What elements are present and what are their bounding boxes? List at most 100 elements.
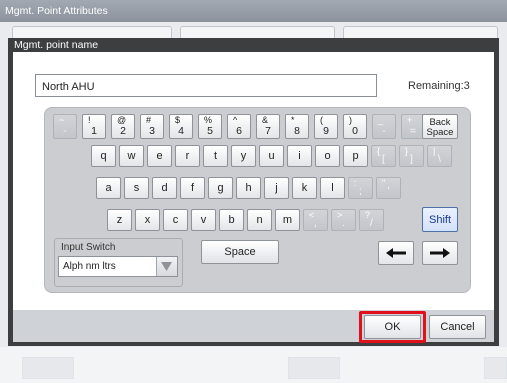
- key-row3-4[interactable]: g: [208, 177, 233, 199]
- key-char: f: [190, 182, 195, 194]
- key-char: 5: [207, 125, 213, 137]
- key-row3-3[interactable]: f: [180, 177, 205, 199]
- key-row3-6[interactable]: j: [264, 177, 289, 199]
- key-char: g: [217, 182, 224, 194]
- key-char: ': [387, 185, 390, 197]
- key-char: w: [127, 150, 136, 162]
- key-row1-4[interactable]: $4: [169, 114, 193, 139]
- remaining-count: Remaining:3: [408, 80, 470, 92]
- cursor-right-key[interactable]: [422, 241, 458, 265]
- input-switch-group: Input Switch Alph nm ltrs: [54, 238, 183, 287]
- key-row2-5[interactable]: y: [231, 145, 256, 167]
- key-shift-char: ~: [59, 115, 65, 125]
- key-char: s: [133, 182, 140, 194]
- key-row1-3[interactable]: #3: [140, 114, 164, 139]
- key-char: 0: [352, 125, 358, 137]
- key-row1-0: ~ -: [53, 114, 77, 139]
- key-shift-char: !: [88, 115, 91, 125]
- key-shift-char: %: [204, 115, 213, 125]
- key-char: l: [331, 182, 334, 194]
- key-row1-9[interactable]: (9: [314, 114, 338, 139]
- arrow-left-icon: [386, 248, 406, 258]
- cursor-left-key[interactable]: [378, 241, 414, 265]
- shift-key[interactable]: Shift: [422, 207, 458, 232]
- key-row3-7[interactable]: k: [292, 177, 317, 199]
- key-row1-6[interactable]: ^ 6: [227, 114, 251, 139]
- key-row1-2[interactable]: @2: [111, 114, 135, 139]
- key-char: ,: [314, 217, 317, 229]
- key-row1-10[interactable]: ) 0: [343, 114, 367, 139]
- key-char: 9: [323, 125, 329, 137]
- key-row1-1[interactable]: ! 1: [82, 114, 106, 139]
- chevron-down-icon[interactable]: [156, 257, 177, 276]
- key-row4-8: >.: [331, 209, 356, 231]
- key-row4-1[interactable]: x: [135, 209, 160, 231]
- key-row2-2[interactable]: e: [147, 145, 172, 167]
- backspace-key[interactable]: Back Space: [422, 114, 458, 139]
- key-row1-5[interactable]: % 5: [198, 114, 222, 139]
- key-row1-11: _ -: [372, 114, 396, 139]
- key-char: 4: [178, 125, 184, 137]
- input-switch-value: Alph nm ltrs: [63, 261, 116, 272]
- background-button: [484, 357, 507, 379]
- key-char: n: [256, 214, 263, 226]
- key-char: v: [200, 214, 207, 226]
- key-char: y: [240, 150, 247, 162]
- key-row3-10: " ': [376, 177, 401, 199]
- key-row2-9[interactable]: p: [343, 145, 368, 167]
- key-char: q: [100, 150, 107, 162]
- key-char: 8: [294, 125, 300, 137]
- key-row3-5[interactable]: h: [236, 177, 261, 199]
- key-char: e: [156, 150, 163, 162]
- key-char: -: [63, 125, 67, 137]
- key-char: c: [172, 214, 179, 226]
- key-char: i: [298, 150, 301, 162]
- key-row2-1[interactable]: w: [119, 145, 144, 167]
- key-char: k: [301, 182, 308, 194]
- key-shift-char: $: [175, 115, 181, 125]
- key-row4-6[interactable]: m: [275, 209, 300, 231]
- name-input[interactable]: [35, 74, 377, 97]
- window-title: Mgmt. Point Attributes: [0, 0, 507, 22]
- ok-button[interactable]: OK: [364, 315, 421, 339]
- key-char: u: [268, 150, 275, 162]
- key-row4-4[interactable]: b: [219, 209, 244, 231]
- key-row2-3[interactable]: r: [175, 145, 200, 167]
- key-row2-7[interactable]: i: [287, 145, 312, 167]
- key-char: 1: [91, 125, 97, 137]
- key-row3-1[interactable]: s: [124, 177, 149, 199]
- key-row1-7[interactable]: & 7: [256, 114, 280, 139]
- cancel-button[interactable]: Cancel: [429, 315, 486, 339]
- key-row3-8[interactable]: l: [320, 177, 345, 199]
- arrow-right-icon: [430, 248, 450, 258]
- key-char: =: [409, 125, 417, 137]
- key-char: 6: [236, 125, 242, 137]
- key-char: a: [105, 182, 112, 194]
- key-row3-2[interactable]: d: [152, 177, 177, 199]
- key-char: 2: [120, 125, 126, 137]
- key-shift-char: (: [320, 115, 323, 125]
- key-row4-5[interactable]: n: [247, 209, 272, 231]
- key-char: [: [382, 153, 385, 165]
- key-row2-8[interactable]: o: [315, 145, 340, 167]
- key-row2-6[interactable]: u: [259, 145, 284, 167]
- key-row2-4[interactable]: t: [203, 145, 228, 167]
- input-switch-label: Input Switch: [61, 242, 116, 253]
- key-row2-0[interactable]: q: [91, 145, 116, 167]
- key-char: z: [116, 214, 123, 226]
- key-char: -: [382, 125, 386, 137]
- background-footer: [0, 347, 507, 383]
- key-shift-char: _: [378, 115, 384, 125]
- key-row4-3[interactable]: v: [191, 209, 216, 231]
- key-char: \: [438, 153, 441, 165]
- key-row4-0[interactable]: z: [107, 209, 132, 231]
- backspace-label-line2: Space: [426, 127, 454, 138]
- key-row1-8[interactable]: * 8: [285, 114, 309, 139]
- key-char: p: [352, 150, 359, 162]
- key-row3-0[interactable]: a: [96, 177, 121, 199]
- input-switch-select[interactable]: Alph nm ltrs: [58, 256, 178, 277]
- key-char: j: [275, 182, 278, 194]
- key-row4-7: <,: [303, 209, 328, 231]
- key-row4-2[interactable]: c: [163, 209, 188, 231]
- space-key[interactable]: Space: [201, 240, 279, 264]
